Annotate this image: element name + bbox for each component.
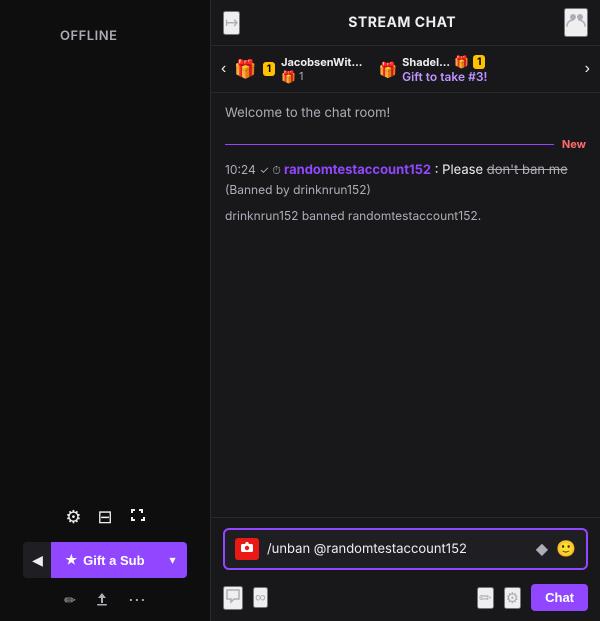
chevron-down-icon: ▾ <box>170 553 176 567</box>
star-icon: ★ <box>65 552 77 568</box>
gift-sub-label: Gift a Sub <box>83 553 144 568</box>
chat-panel: ↦ STREAM CHAT ‹ 🎁 1 Jaco <box>210 0 600 621</box>
fullscreen-icon-btn[interactable] <box>129 507 145 528</box>
users-icon <box>566 17 586 34</box>
chevron-left-icon: ‹ <box>221 60 226 77</box>
layout-icon-btn[interactable]: ⊟ <box>98 507 113 528</box>
camera-icon <box>235 538 259 560</box>
gift-banner: ‹ 🎁 1 JacobsenWit... 🎁 1 🎁 Shadel... <box>211 46 600 93</box>
banner-card-1: 🎁 1 JacobsenWit... 🎁 1 <box>234 54 362 84</box>
settings-icon-btn[interactable]: ⚙ <box>65 507 81 528</box>
diamond-icon-btn[interactable]: ◆ <box>536 539 548 559</box>
gift-to-take-label: Gift to take #3! <box>402 69 487 84</box>
msg-time: 10:24 <box>225 162 256 177</box>
gift-sub-arrow-btn[interactable]: ◀ <box>23 542 51 578</box>
emoji-icon: 🙂 <box>556 541 576 558</box>
system-message: drinknrun152 banned randomtestaccount152… <box>225 208 586 223</box>
chat-title: STREAM CHAT <box>348 14 456 31</box>
upload-icon <box>94 591 110 610</box>
banner-next-btn[interactable]: › <box>581 58 594 80</box>
card1-info: JacobsenWit... 🎁 1 <box>281 55 362 84</box>
footer-left: ∞ <box>223 586 268 610</box>
footer-settings-icon: ⚙ <box>506 590 519 607</box>
action-icons-row: ✏ ⋯ <box>64 590 146 611</box>
badge-num-1: 1 <box>263 62 275 76</box>
clock-icon: ⏱ <box>272 163 284 177</box>
msg-text-normal: : Please <box>435 162 487 178</box>
banner-cards: 🎁 1 JacobsenWit... 🎁 1 🎁 Shadel... 🎁 <box>234 54 576 84</box>
infinity-icon: ∞ <box>255 589 266 606</box>
gift-sub-dropdown-btn[interactable]: ▾ <box>159 542 187 578</box>
new-label: New <box>562 137 586 151</box>
card1-username: JacobsenWit... <box>281 55 362 69</box>
offline-label: OFFLINE <box>60 28 117 44</box>
arrow-left-icon: ◀ <box>32 552 43 569</box>
check-icon: ✓ <box>259 163 272 177</box>
gift-sub-button[interactable]: ★ Gift a Sub <box>51 542 158 578</box>
chat-footer: ∞ ✏ ⚙ Chat <box>211 578 600 621</box>
card2-username: Shadel... <box>402 55 450 69</box>
chat-header-left: ↦ <box>223 11 240 35</box>
users-icon-btn[interactable] <box>564 8 588 37</box>
fullscreen-icon <box>129 507 145 528</box>
footer-pencil-icon: ✏ <box>479 590 492 607</box>
chevron-right-icon: › <box>585 60 590 77</box>
banner-card-2: 🎁 Shadel... 🎁 1 Gift to take #3! <box>378 54 487 84</box>
card2-info: Shadel... 🎁 1 Gift to take #3! <box>402 54 487 84</box>
banner-prev-btn[interactable]: ‹ <box>217 58 230 80</box>
card1-gift-badge: 🎁 1 <box>281 69 362 84</box>
chat-input-box: /unban @randomtestaccount152 ◆ 🙂 <box>223 528 588 570</box>
chat-header: ↦ STREAM CHAT <box>211 0 600 46</box>
footer-right: ✏ ⚙ Chat <box>477 584 588 611</box>
left-panel: OFFLINE ⚙ ⊟ ◀ ★ Gift a Sub ▾ ✏ <box>0 0 210 621</box>
upload-icon-btn[interactable] <box>94 591 110 610</box>
gift-emoji-1: 🎁 <box>234 59 256 80</box>
popout-icon-btn[interactable]: ↦ <box>223 11 240 35</box>
footer-pencil-icon-btn[interactable]: ✏ <box>477 587 494 609</box>
gift-icon-small-2: 🎁 <box>454 54 469 69</box>
chat-message-1: 10:24 ✓ ⏱ randomtestaccount152 : Please … <box>225 161 586 200</box>
layout-icon: ⊟ <box>98 507 113 528</box>
msg-text-strike: don't ban me <box>487 162 568 178</box>
gift-icon-small-1: 🎁 <box>281 69 296 84</box>
chat-input-area: /unban @randomtestaccount152 ◆ 🙂 <box>211 517 600 578</box>
popout-icon: ↦ <box>225 15 238 32</box>
new-messages-divider: New <box>225 137 586 151</box>
msg-username[interactable]: randomtestaccount152 <box>284 162 431 178</box>
diamond-icon: ◆ <box>536 541 548 558</box>
chat-send-button[interactable]: Chat <box>531 584 588 611</box>
bottom-icons-row: ⚙ ⊟ <box>65 507 144 528</box>
settings-icon: ⚙ <box>65 507 81 528</box>
gift-emoji-2: 🎁 <box>378 60 397 79</box>
pencil-icon-btn[interactable]: ✏ <box>64 592 76 609</box>
more-icon: ⋯ <box>128 590 146 611</box>
badge-num-2: 1 <box>473 55 485 69</box>
gift-sub-bar: ◀ ★ Gift a Sub ▾ <box>23 542 186 578</box>
infinity-icon-btn[interactable]: ∞ <box>253 587 268 608</box>
chat-input-value[interactable]: /unban @randomtestaccount152 <box>267 541 528 557</box>
chat-messages: Welcome to the chat room! New 10:24 ✓ ⏱ … <box>211 93 600 517</box>
chat-footer-chat-icon[interactable] <box>223 586 243 610</box>
more-icon-btn[interactable]: ⋯ <box>128 590 146 611</box>
emoji-icon-btn[interactable]: 🙂 <box>556 539 576 559</box>
msg-text-paren: (Banned by drinknrun152) <box>225 182 371 197</box>
card1-count: 1 <box>299 69 303 83</box>
divider-line <box>225 144 554 145</box>
footer-settings-icon-btn[interactable]: ⚙ <box>504 587 521 609</box>
pencil-icon: ✏ <box>64 592 76 609</box>
welcome-message: Welcome to the chat room! <box>225 105 586 121</box>
